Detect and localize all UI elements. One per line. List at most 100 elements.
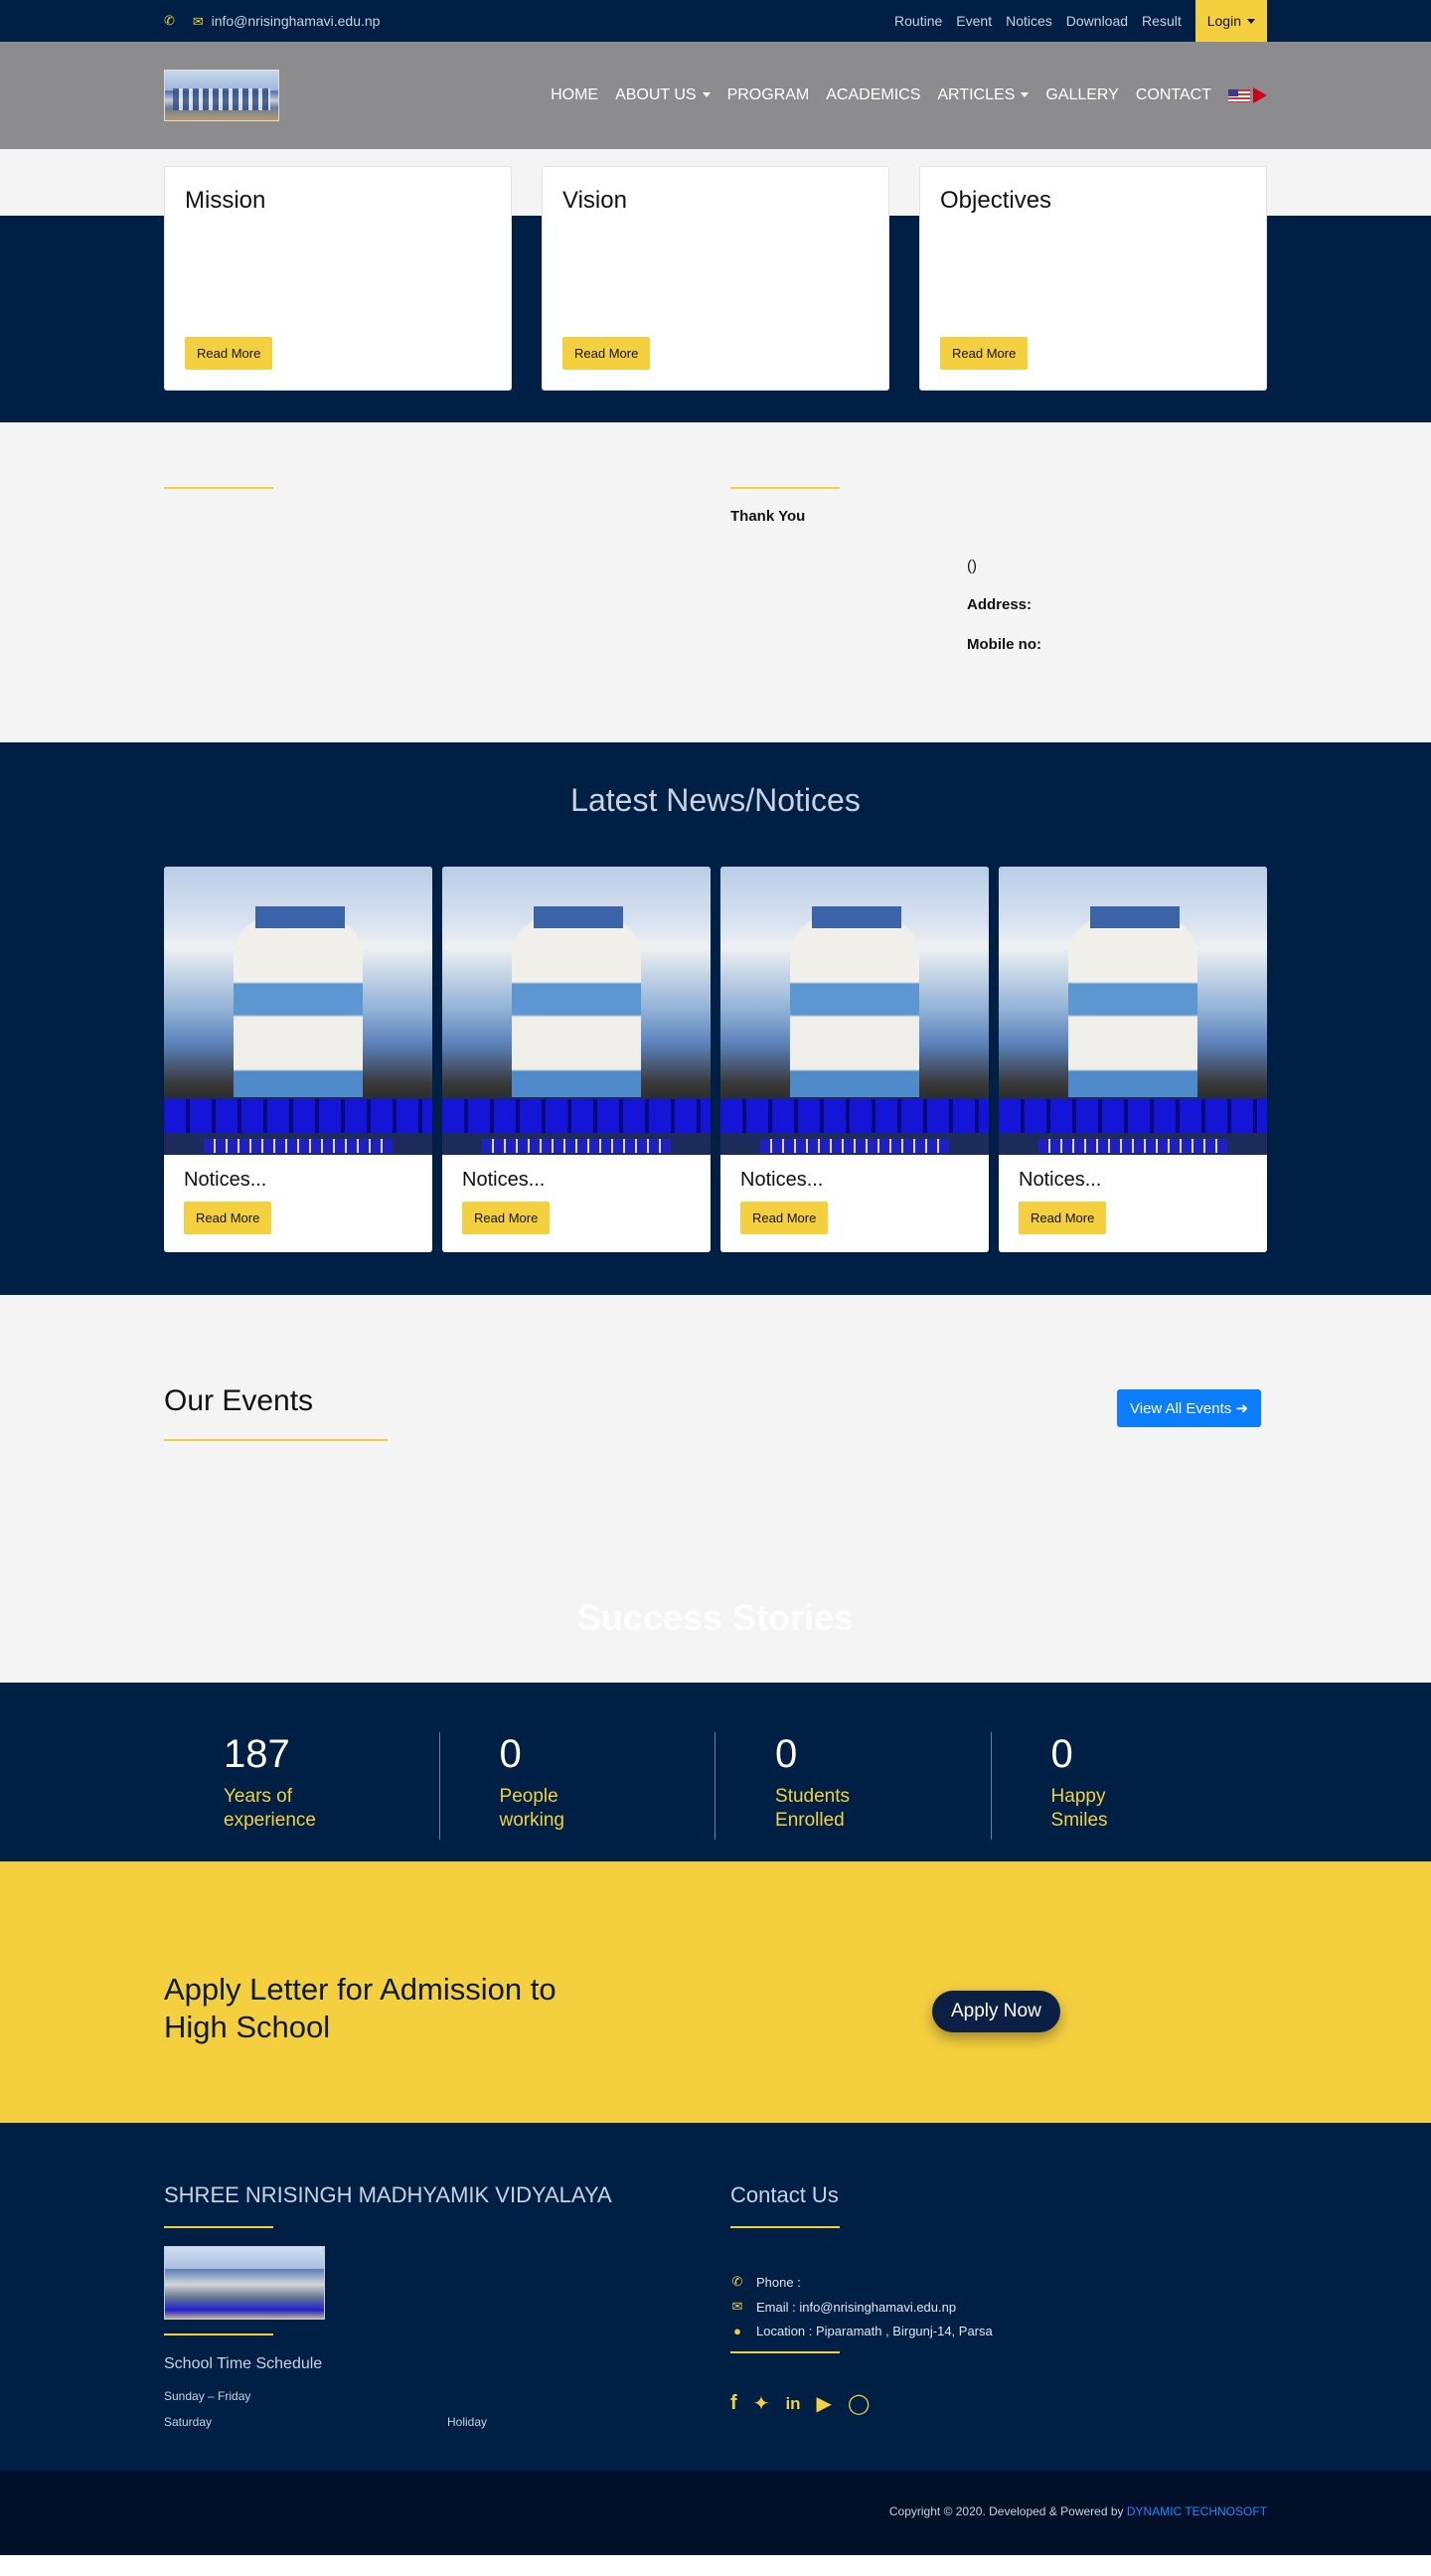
main-navbar: HOME ABOUT US PROGRAM ACADEMICS ARTICLES… xyxy=(0,42,1431,149)
phone-icon: ✆ xyxy=(731,2274,743,2289)
nav-about-us[interactable]: ABOUT US xyxy=(615,86,711,104)
stat-years: 187 Years of experience xyxy=(164,1732,440,1840)
stat-value: 0 xyxy=(775,1732,798,1776)
contact-phone: ✆ Phone : xyxy=(730,2274,993,2290)
news-image[interactable] xyxy=(442,867,711,1155)
news-card: Notices... Read More xyxy=(720,867,989,1252)
map-marker-icon: ● xyxy=(733,2324,741,2338)
phone-icon: ✆ xyxy=(164,13,175,28)
contact-phone-text: Phone : xyxy=(756,2274,801,2290)
success-stories-heading: Success Stories xyxy=(576,1597,855,1638)
schedule-time xyxy=(447,2389,561,2403)
view-all-events-button[interactable]: View All Events ➜ xyxy=(1117,1389,1262,1427)
schedule-row: Sunday – Friday xyxy=(164,2389,561,2403)
nav-articles-label: ARTICLES xyxy=(937,86,1016,103)
stat-label: Students Enrolled xyxy=(775,1785,991,1833)
schedule-row: Saturday Holiday xyxy=(164,2415,561,2429)
news-read-more-button[interactable]: Read More xyxy=(184,1202,272,1234)
developer-link[interactable]: DYNAMIC TECHNOSOFT xyxy=(1127,2504,1267,2518)
news-title[interactable]: Notices... xyxy=(164,1155,432,1202)
login-button[interactable]: Login xyxy=(1194,0,1267,42)
linkedin-icon[interactable]: in xyxy=(785,2394,800,2414)
divider xyxy=(730,2226,840,2228)
caret-down-icon xyxy=(1021,92,1030,98)
youtube-icon[interactable]: ▶ xyxy=(817,2391,832,2416)
language-switch xyxy=(1228,87,1267,103)
apply-heading: Apply Letter for Admission to High Schoo… xyxy=(164,1972,556,2044)
social-links: f ✦ in ▶ ◯ xyxy=(730,2391,870,2416)
mission-card: Mission Read More xyxy=(164,166,512,391)
top-link-download[interactable]: Download xyxy=(1066,13,1128,29)
stat-value: 187 xyxy=(224,1732,290,1776)
principal-name: () xyxy=(967,558,977,574)
us-flag-icon[interactable] xyxy=(1228,88,1250,102)
apply-section: Apply Letter for Admission to High Schoo… xyxy=(0,1861,1431,2123)
stat-label: Years of experience xyxy=(224,1785,439,1833)
caret-down-icon xyxy=(702,92,711,98)
copyright-label: Copyright © 2020. Developed & Powered by xyxy=(888,2504,1124,2518)
top-link-notices[interactable]: Notices xyxy=(1006,13,1052,29)
nav-about-us-label: ABOUT US xyxy=(615,86,697,103)
nav-program[interactable]: PROGRAM xyxy=(727,86,810,104)
news-read-more-button[interactable]: Read More xyxy=(740,1202,829,1234)
news-section: Latest News/Notices Notices... Read More… xyxy=(0,742,1431,1295)
schedule-day: Saturday xyxy=(164,2415,213,2429)
objectives-read-more-button[interactable]: Read More xyxy=(940,337,1029,370)
stat-people: 0 People working xyxy=(440,1732,716,1840)
news-title[interactable]: Notices... xyxy=(999,1155,1267,1202)
news-read-more-button[interactable]: Read More xyxy=(462,1202,551,1234)
top-links: Routine Event Notices Download Result Lo… xyxy=(894,0,1267,42)
view-all-events-label: View All Events xyxy=(1130,1400,1232,1417)
news-title[interactable]: Notices... xyxy=(720,1155,989,1202)
schedule-time: Holiday xyxy=(447,2415,488,2429)
caret-down-icon xyxy=(1247,18,1255,24)
address-label: Address: xyxy=(967,596,1033,613)
top-link-event[interactable]: Event xyxy=(956,13,992,29)
divider xyxy=(730,2351,840,2353)
footer: SHREE NRISINGH MADHYAMIK VIDYALAYA Schoo… xyxy=(0,2123,1431,2471)
news-title[interactable]: Notices... xyxy=(442,1155,711,1202)
footer-school-name: SHREE NRISINGH MADHYAMIK VIDYALAYA xyxy=(164,2182,612,2207)
nav-home[interactable]: HOME xyxy=(551,86,598,104)
nav-academics[interactable]: ACADEMICS xyxy=(826,86,920,104)
schedule-day: Sunday – Friday xyxy=(164,2389,251,2403)
nav-contact[interactable]: CONTACT xyxy=(1136,86,1211,104)
events-section: Our Events View All Events ➜ Success Sto… xyxy=(0,1295,1431,1683)
vision-read-more-button[interactable]: Read More xyxy=(562,337,651,370)
news-image[interactable] xyxy=(999,867,1267,1155)
contact-email[interactable]: ✉ Email : info@nrisinghamavi.edu.np xyxy=(730,2299,993,2315)
main-menu: HOME ABOUT US PROGRAM ACADEMICS ARTICLES… xyxy=(551,86,1267,104)
top-link-routine[interactable]: Routine xyxy=(894,13,942,29)
contact-us-heading: Contact Us xyxy=(730,2182,839,2207)
facebook-icon[interactable]: f xyxy=(730,2392,737,2415)
contact-location: ● Location : Piparamath , Birgunj-14, Par… xyxy=(730,2324,993,2338)
thank-you-text: Thank You xyxy=(730,508,806,525)
instagram-icon[interactable]: ◯ xyxy=(848,2391,870,2416)
mission-section: Mission Read More Vision Read More Objec… xyxy=(0,149,1431,422)
stat-label: Happy Smiles xyxy=(1051,1785,1267,1833)
news-read-more-button[interactable]: Read More xyxy=(1019,1202,1107,1234)
mission-title: Mission xyxy=(185,187,266,214)
divider xyxy=(730,487,840,489)
mission-read-more-button[interactable]: Read More xyxy=(185,337,273,370)
copyright-text: Copyright © 2020. Developed & Powered by… xyxy=(889,2504,1267,2518)
nav-articles[interactable]: ARTICLES xyxy=(937,86,1030,104)
nepal-flag-icon[interactable] xyxy=(1253,87,1267,103)
stat-label-line2: Smiles xyxy=(1050,1810,1108,1831)
nav-gallery[interactable]: GALLERY xyxy=(1045,86,1119,104)
top-link-result[interactable]: Result xyxy=(1142,13,1182,29)
divider xyxy=(164,1439,388,1441)
stat-label-line2: experience xyxy=(224,1810,316,1831)
stat-students: 0 Students Enrolled xyxy=(716,1732,992,1840)
top-email[interactable]: ✉ info@nrisinghamavi.edu.np xyxy=(193,13,381,30)
apply-now-button[interactable]: Apply Now xyxy=(932,1991,1060,2032)
news-image[interactable] xyxy=(720,867,989,1155)
news-card: Notices... Read More xyxy=(999,867,1267,1252)
divider xyxy=(164,2334,273,2335)
stat-label-line1: Years of xyxy=(224,1786,293,1807)
school-logo[interactable] xyxy=(164,70,279,121)
news-image[interactable] xyxy=(164,867,432,1155)
twitter-icon[interactable]: ✦ xyxy=(753,2391,770,2416)
objectives-card: Objectives Read More xyxy=(919,166,1267,391)
arrow-right-icon: ➜ xyxy=(1235,1400,1249,1417)
